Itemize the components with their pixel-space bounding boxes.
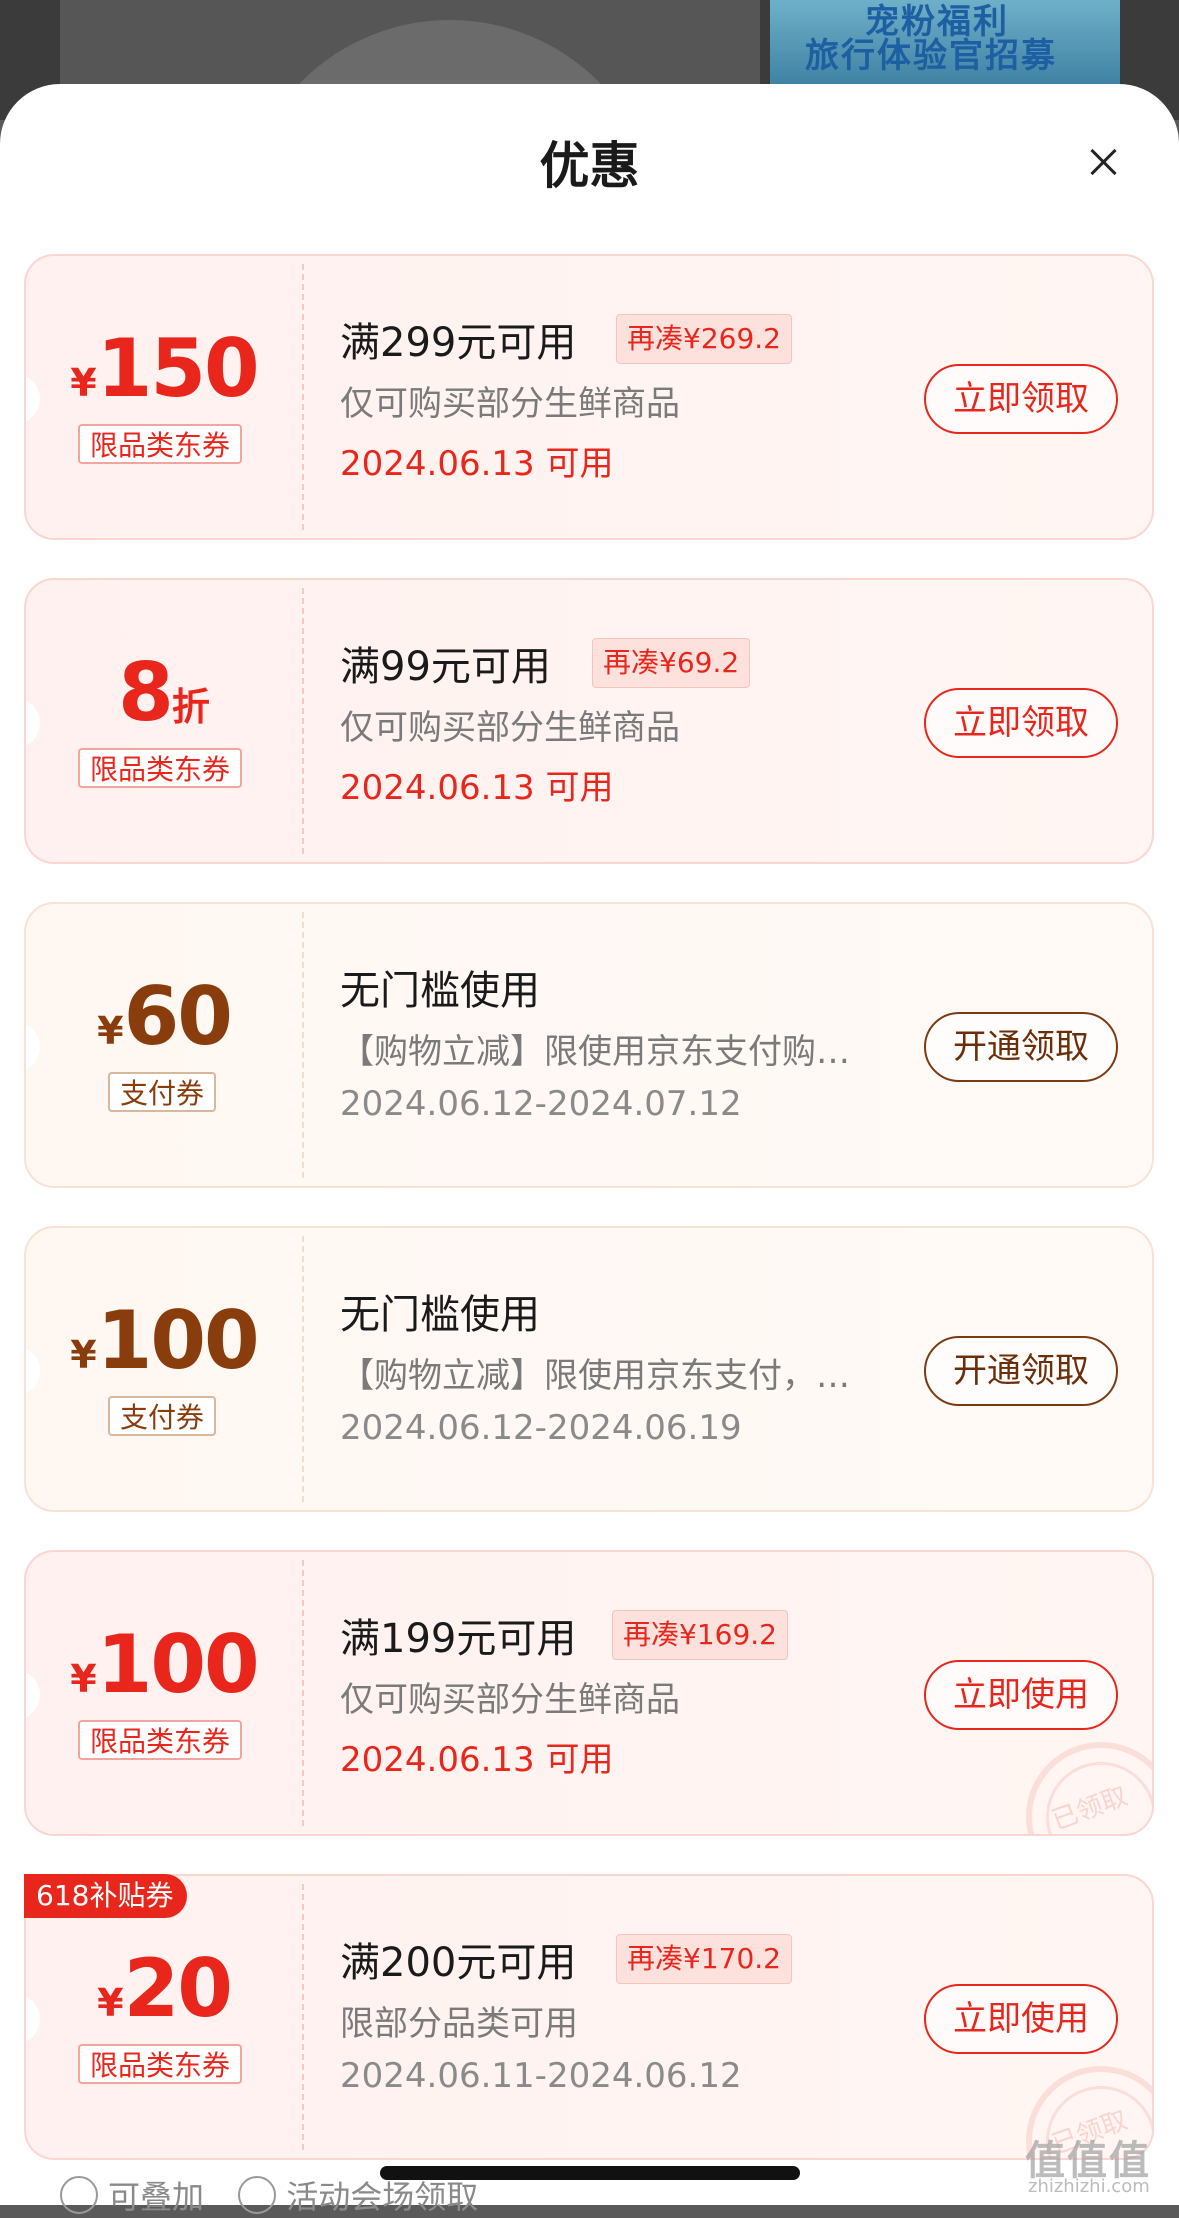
coupon-type-tag: 限品类东券 (78, 1720, 243, 1760)
coupon-date: 2024.06.13 可用 (340, 1740, 614, 1780)
coupon-date: 2024.06.12-2024.07.12 (340, 1084, 742, 1124)
currency-symbol: ¥ (70, 1333, 97, 1377)
claimed-stamp-icon: 已领取 (1026, 1742, 1152, 1834)
coupon-condition: 满299元可用 (340, 320, 577, 366)
currency-symbol: ¥ (70, 1657, 97, 1701)
filter-stackable[interactable]: 可叠加 (60, 2176, 204, 2216)
coupon-description: 仅可购买部分生鲜商品 (340, 708, 680, 748)
coupon-amount: ¥20 (26, 1942, 302, 2035)
coupon-description: 限部分品类可用 (340, 2004, 578, 2044)
coupon-date: 2024.06.13 可用 (340, 768, 614, 808)
coupon-unit: 折 (171, 685, 210, 729)
coupon-value: 8 (118, 646, 174, 739)
activate-claim-button[interactable]: 开通领取 (924, 1336, 1118, 1406)
watermark-url: zhizhizhi.com (1028, 2176, 1150, 2197)
coupon-description: 仅可购买部分生鲜商品 (340, 1680, 680, 1720)
dashed-divider (302, 588, 304, 854)
coupon-condition: 满199元可用 (340, 1616, 577, 1662)
dashed-divider (302, 1236, 304, 1502)
coupon-card: ¥100 支付券 无门槛使用 【购物立减】限使用京东支付，… 2024.06.1… (24, 1226, 1154, 1512)
currency-symbol: ¥ (70, 361, 97, 405)
dashed-divider (302, 264, 304, 530)
coupon-date: 2024.06.12-2024.06.19 (340, 1408, 742, 1448)
coupon-date: 2024.06.11-2024.06.12 (340, 2056, 742, 2096)
coupon-card: 8折 限品类东券 满99元可用 再凑¥69.2 仅可购买部分生鲜商品 2024.… (24, 578, 1154, 864)
coupon-type-tag: 限品类东券 (78, 748, 243, 788)
dashed-divider (302, 912, 304, 1178)
coupon-condition: 无门槛使用 (340, 968, 540, 1014)
coupon-card: ¥20 限品类东券 满200元可用 再凑¥170.2 限部分品类可用 2024.… (24, 1874, 1154, 2160)
coupon-description: 【购物立减】限使用京东支付，… (340, 1356, 850, 1396)
remaining-amount-badge: 再凑¥269.2 (616, 314, 792, 364)
coupon-amount: ¥100 (26, 1618, 302, 1711)
remaining-amount-badge: 再凑¥69.2 (592, 638, 751, 688)
coupon-amount: ¥100 (26, 1294, 302, 1387)
claim-button[interactable]: 立即领取 (924, 364, 1118, 434)
coupon-type-tag: 支付券 (108, 1072, 217, 1112)
coupon-amount: ¥60 (26, 970, 302, 1063)
currency-symbol: ¥ (97, 1009, 124, 1053)
coupon-card: ¥60 支付券 无门槛使用 【购物立减】限使用京东支付购… 2024.06.12… (24, 902, 1154, 1188)
arrow-up-icon (60, 2176, 98, 2214)
coupon-amount: 8折 (26, 646, 302, 739)
coupon-value: 150 (96, 322, 260, 415)
coupon-type-tag: 限品类东券 (78, 424, 243, 464)
dashed-divider (302, 1884, 304, 2150)
remaining-amount-badge: 再凑¥170.2 (616, 1934, 792, 1984)
dashed-divider (302, 1560, 304, 1826)
filter-venue[interactable]: 活动会场领取 (238, 2176, 478, 2216)
currency-symbol: ¥ (97, 1981, 124, 2025)
coupon-condition: 无门槛使用 (340, 1292, 540, 1338)
coupon-card: ¥100 限品类东券 满199元可用 再凑¥169.2 仅可购买部分生鲜商品 2… (24, 1550, 1154, 1836)
coupon-date: 2024.06.13 可用 (340, 444, 614, 484)
coupon-value: 100 (96, 1294, 260, 1387)
coupon-description: 仅可购买部分生鲜商品 (340, 384, 680, 424)
use-now-button[interactable]: 立即使用 (924, 1660, 1118, 1730)
claim-button[interactable]: 立即领取 (924, 688, 1118, 758)
coupon-description: 【购物立减】限使用京东支付购… (340, 1032, 850, 1072)
use-now-button[interactable]: 立即使用 (924, 1984, 1118, 2054)
close-icon[interactable] (1083, 142, 1123, 182)
activate-claim-button[interactable]: 开通领取 (924, 1012, 1118, 1082)
coupon-value: 20 (123, 1942, 233, 2035)
subsidy-ribbon: 618补贴券 (24, 1874, 188, 1918)
coupon-value: 60 (123, 970, 233, 1063)
remaining-amount-badge: 再凑¥169.2 (612, 1610, 788, 1660)
coupon-value: 100 (96, 1618, 260, 1711)
coupon-type-tag: 限品类东券 (78, 2044, 243, 2084)
coupon-type-tag: 支付券 (108, 1396, 217, 1436)
coupon-amount: ¥150 (26, 322, 302, 415)
banner-line-2: 旅行体验官招募 (805, 36, 1057, 76)
home-indicator (380, 2166, 800, 2180)
coupon-condition: 满99元可用 (340, 644, 551, 690)
coupon-card: ¥150 限品类东券 满299元可用 再凑¥269.2 仅可购买部分生鲜商品 2… (24, 254, 1154, 540)
sheet-title: 优惠 (539, 137, 640, 195)
coupon-condition: 满200元可用 (340, 1940, 577, 1986)
background-promo-banner: 宠粉福利 旅行体验官招募 (770, 0, 1120, 90)
chevron-down-icon (238, 2176, 277, 2214)
